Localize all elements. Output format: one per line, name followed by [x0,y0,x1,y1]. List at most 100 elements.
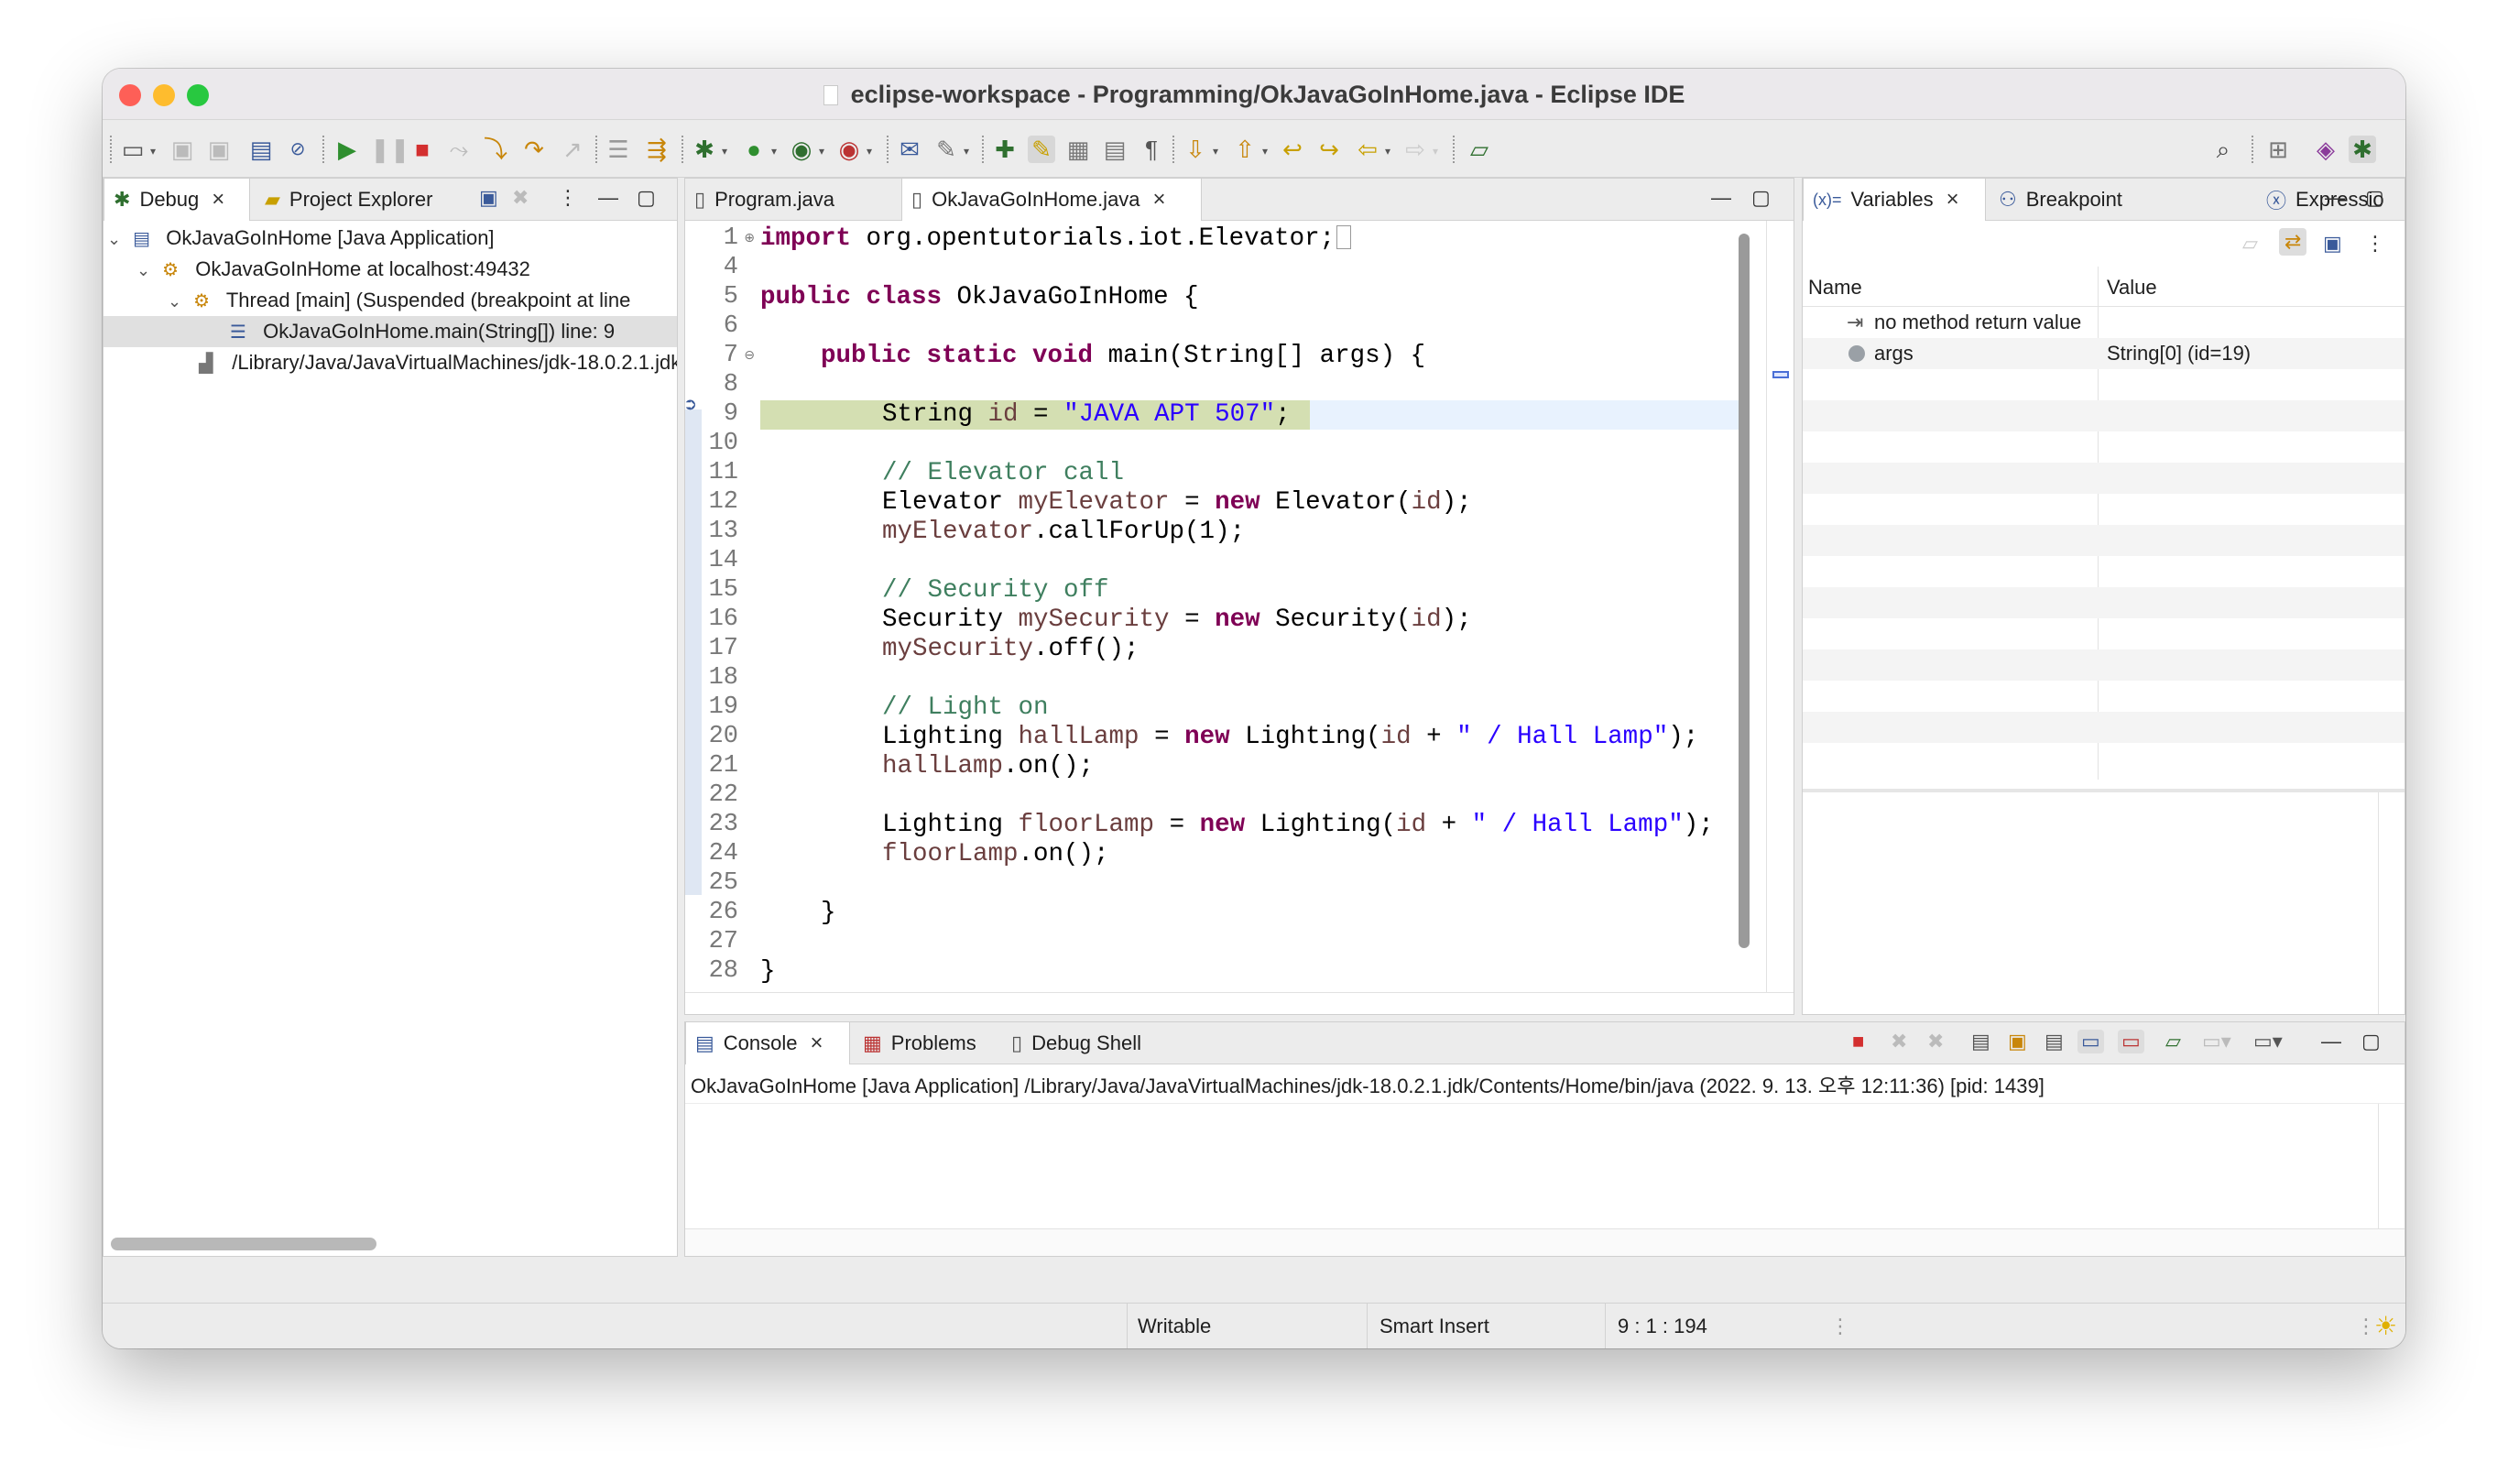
editor-horizontal-border [685,992,1794,1014]
maximize-icon[interactable]: ▢ [2365,186,2384,210]
forward-icon[interactable]: ⇨ [1401,136,1429,163]
overview-ruler[interactable] [1766,221,1794,1014]
close-icon[interactable]: × [1153,187,1166,213]
disconnect-icon[interactable]: ⤳ [445,136,473,163]
pin-console-icon[interactable]: ▱ [2165,1030,2181,1053]
view-menu-icon[interactable]: ⋮ [558,186,578,210]
tab-okjavagoinhome-java[interactable]: ▯ OkJavaGoInHome.java × [901,179,1202,221]
close-icon[interactable]: × [811,1031,823,1056]
tab-project-explorer[interactable]: ▰ Project Explorer [256,179,442,221]
chevron-down-icon[interactable]: ⌄ [136,255,157,286]
tab-problems[interactable]: ▦ Problems [854,1022,986,1064]
step-return-icon[interactable]: ↗ [559,136,586,163]
status-divider [1367,1304,1368,1348]
tree-item-vm[interactable]: ⌄ ⚙ OkJavaGoInHome at localhost:49432 [136,254,530,285]
previous-annotation-icon[interactable]: ⇧ [1231,136,1259,163]
open-type-icon[interactable]: ✉ [896,136,923,163]
mark-occurrences-icon[interactable]: ✎ [1028,136,1055,163]
minimize-icon[interactable]: — [2325,186,2345,210]
debug-perspective-icon[interactable]: ✱ [2349,136,2376,163]
status-insert-mode[interactable]: Smart Insert [1379,1315,1489,1338]
console-output[interactable] [685,1103,2404,1256]
back-icon[interactable]: ⇦ [1354,136,1381,163]
display-selected-console-icon[interactable]: ▭▾ [2202,1030,2231,1053]
close-icon[interactable]: × [212,187,224,213]
tree-item-thread[interactable]: ⌄ ⚙ Thread [main] (Suspended (breakpoint… [168,285,630,316]
show-type-names-icon[interactable]: ▱ [2242,232,2258,256]
collapse-all-icon[interactable]: ▣ [2323,232,2342,256]
word-wrap-icon[interactable]: ▤ [1101,136,1129,163]
open-perspective-icon[interactable]: ⊞ [2264,136,2292,163]
terminate-icon[interactable]: ■ [1852,1030,1864,1053]
show-on-stdout-icon[interactable]: ▭ [2077,1030,2104,1053]
coverage-icon[interactable]: ◉ [788,136,815,163]
tab-console[interactable]: ▤ Console × [685,1022,850,1064]
resume-icon[interactable]: ▶ [333,136,361,163]
step-over-icon[interactable]: ↷ [520,136,548,163]
run-icon[interactable]: ● [740,136,768,163]
save-all-icon[interactable]: ▣ [205,136,233,163]
terminate-icon[interactable]: ■ [409,136,436,163]
variable-row[interactable]: ⇥ no method return value [1803,307,2404,338]
suspend-icon[interactable]: ❚❚ [370,136,410,163]
search-marker-icon[interactable]: ✚ [991,136,1019,163]
next-annotation-icon[interactable]: ⇩ [1182,136,1209,163]
remove-all-terminated-icon[interactable]: ✖ [1927,1030,1944,1053]
variable-row[interactable]: args String[0] (id=19) [1803,338,2404,369]
maximize-icon[interactable]: ▢ [637,186,656,210]
last-edit-location-icon[interactable]: ↩ [1279,136,1306,163]
remove-launch-icon[interactable]: ✖ [1891,1030,1907,1053]
minimize-icon[interactable]: — [598,186,618,210]
new-icon[interactable]: ▭ [119,136,147,163]
tab-debug[interactable]: ✱ Debug × [104,179,250,221]
open-task-icon[interactable]: ✎ [932,136,960,163]
remove-terminated-icon[interactable]: ✖ [512,186,529,210]
column-header-value[interactable]: Value [2107,276,2157,300]
column-header-name[interactable]: Name [1808,276,1862,300]
console-horizontal-scroll-track[interactable] [685,1228,2404,1256]
show-on-stderr-icon[interactable]: ▭ [2118,1030,2144,1053]
terminal-icon[interactable]: ▤ [247,136,275,163]
tab-variables[interactable]: (x)= Variables × [1803,179,1986,221]
step-into-icon[interactable]: ⤵ [482,136,509,163]
show-logical-structure-icon[interactable]: ⇄ [2279,228,2307,256]
maximize-icon[interactable]: ▢ [1751,186,1771,210]
folded-import-marker[interactable] [1336,225,1352,249]
open-console-icon[interactable]: ▭▾ [2253,1030,2283,1053]
maximize-icon[interactable]: ▢ [2361,1030,2381,1053]
minimize-icon[interactable]: — [2321,1030,2341,1053]
code-area[interactable]: import org.opentutorials.iot.Elevator; p… [685,221,1794,992]
java-perspective-icon[interactable]: ◈ [2312,136,2339,163]
lightbulb-icon[interactable]: ☀ [2374,1311,2397,1341]
external-tools-icon[interactable]: ◉ [835,136,863,163]
pin-editor-icon[interactable]: ▱ [1466,136,1493,163]
chevron-down-icon[interactable]: ⌄ [107,224,127,255]
variable-detail-pane[interactable] [1803,789,2404,1014]
block-selection-icon[interactable]: ▦ [1064,136,1092,163]
debug-horizontal-scrollbar[interactable] [111,1238,376,1250]
use-step-filters-icon[interactable]: ⇶ [643,136,671,163]
forward-edit-icon[interactable]: ↪ [1315,136,1343,163]
save-icon[interactable]: ▣ [169,136,196,163]
minimize-icon[interactable]: — [1711,186,1731,210]
tree-item-launch[interactable]: ⌄ ▤ OkJavaGoInHome [Java Application] [107,223,495,254]
chevron-down-icon[interactable]: ⌄ [168,286,188,317]
tab-program-java[interactable]: ▯ Program.java [685,179,898,221]
view-menu-icon[interactable]: ⋮ [2365,232,2385,256]
tab-debug-shell[interactable]: ▯ Debug Shell [1002,1022,1150,1064]
collapse-all-icon[interactable]: ▣ [479,186,498,210]
scroll-lock-icon[interactable]: ▣ [2008,1030,2027,1053]
tab-breakpoints[interactable]: ⚇ Breakpoint [1990,179,2132,221]
skip-breakpoints-icon[interactable]: ⊘ [284,136,311,163]
debug-bug-icon[interactable]: ✱ [691,136,718,163]
tree-item-stack-frame[interactable]: ☰ OkJavaGoInHome.main(String[]) line: 9 [104,316,677,347]
drop-to-frame-icon[interactable]: ☰ [605,136,632,163]
tree-item-process[interactable]: ▟ /Library/Java/JavaVirtualMachines/jdk-… [173,347,677,378]
clear-console-icon[interactable]: ▤ [1971,1030,1990,1053]
search-icon[interactable]: ⌕ [2209,136,2237,163]
current-line-marker[interactable] [1772,371,1789,378]
editor-vertical-scrollbar[interactable] [1739,234,1750,948]
close-icon[interactable]: × [1946,187,1959,213]
show-whitespace-icon[interactable]: ¶ [1138,136,1165,163]
word-wrap-icon[interactable]: ▤ [2045,1030,2064,1053]
